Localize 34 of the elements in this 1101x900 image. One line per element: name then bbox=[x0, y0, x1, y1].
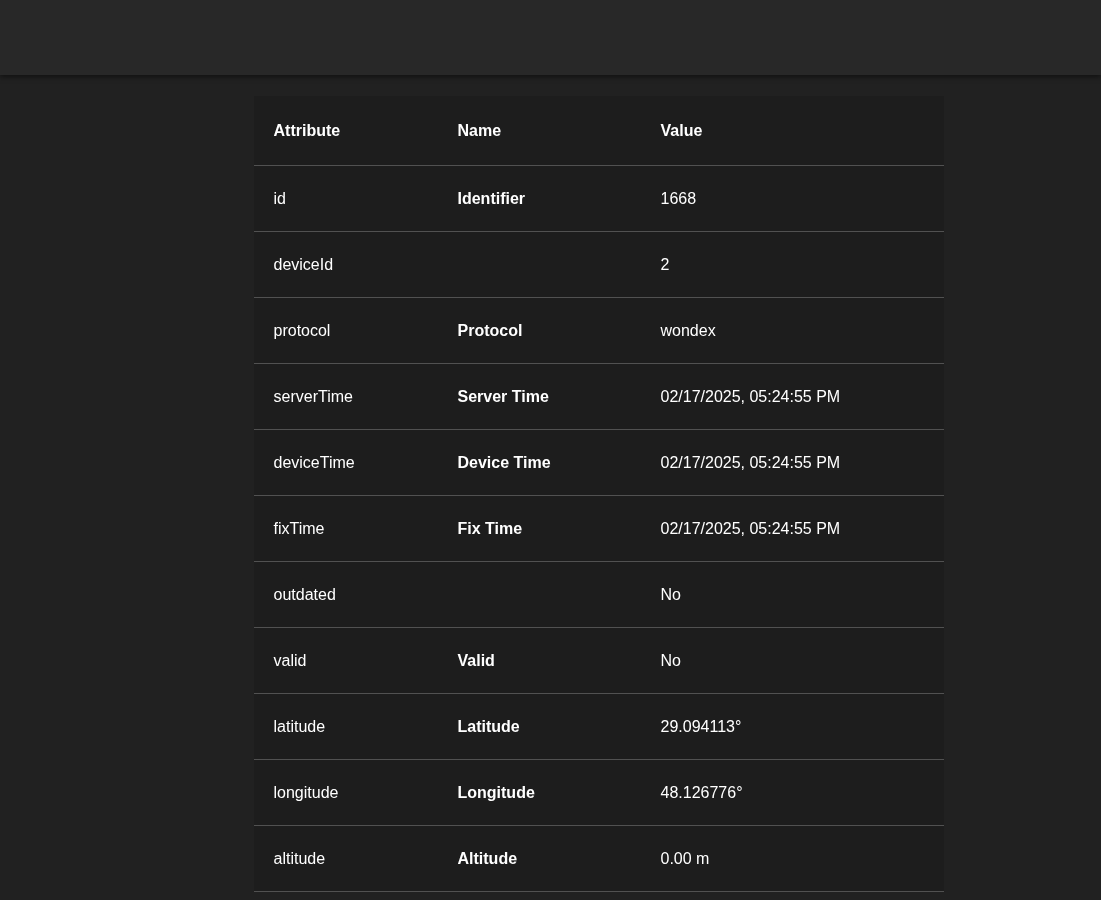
table-cell-text: 02/17/2025, 05:24:55 PM bbox=[659, 519, 841, 538]
table-cell-text: Longitude bbox=[456, 783, 535, 802]
table-cell-text: 02/17/2025, 05:24:55 PM bbox=[659, 387, 841, 406]
table-cell-text: Fix Time bbox=[456, 519, 523, 538]
table-cell-text: deviceTime bbox=[272, 453, 355, 472]
table-cell-text: Protocol bbox=[456, 321, 523, 340]
table-cell-text: 02/17/2025, 05:24:55 PM bbox=[659, 453, 841, 472]
table-cell-text: wondex bbox=[659, 321, 716, 340]
column-header: Attribute bbox=[272, 121, 341, 140]
table-cell-text: longitude bbox=[272, 783, 339, 802]
table-cell-text: deviceId bbox=[272, 255, 334, 274]
table-cell-text: 29.094113° bbox=[659, 717, 742, 736]
table-cell-text: fixTime bbox=[272, 519, 325, 538]
table-cell-text: No bbox=[659, 585, 681, 604]
table-cell-text: altitude bbox=[272, 849, 326, 868]
table-cell-text: Valid bbox=[456, 651, 495, 670]
table-cell-text: 1668 bbox=[659, 189, 697, 208]
table-cell-text: Server Time bbox=[456, 387, 549, 406]
table-cell-text: Identifier bbox=[456, 189, 526, 208]
table-cell-text: 48.126776° bbox=[659, 783, 743, 802]
table-cell-text: serverTime bbox=[272, 387, 353, 406]
table-cell-text: id bbox=[272, 189, 286, 208]
table-cell-text: Latitude bbox=[456, 717, 520, 736]
table-cell-text: 0.00 m bbox=[659, 849, 710, 868]
column-header: Name bbox=[456, 121, 502, 140]
table-cell-text: Device Time bbox=[456, 453, 551, 472]
table-cell-text: latitude bbox=[272, 717, 326, 736]
table-cell-text: outdated bbox=[272, 585, 336, 604]
table-cell-text: 2 bbox=[659, 255, 670, 274]
table-cell-text: protocol bbox=[272, 321, 331, 340]
column-header: Value bbox=[659, 121, 703, 140]
table-cell-text: Altitude bbox=[456, 849, 518, 868]
table-cell-text: No bbox=[659, 651, 681, 670]
table-cell-text: valid bbox=[272, 651, 307, 670]
